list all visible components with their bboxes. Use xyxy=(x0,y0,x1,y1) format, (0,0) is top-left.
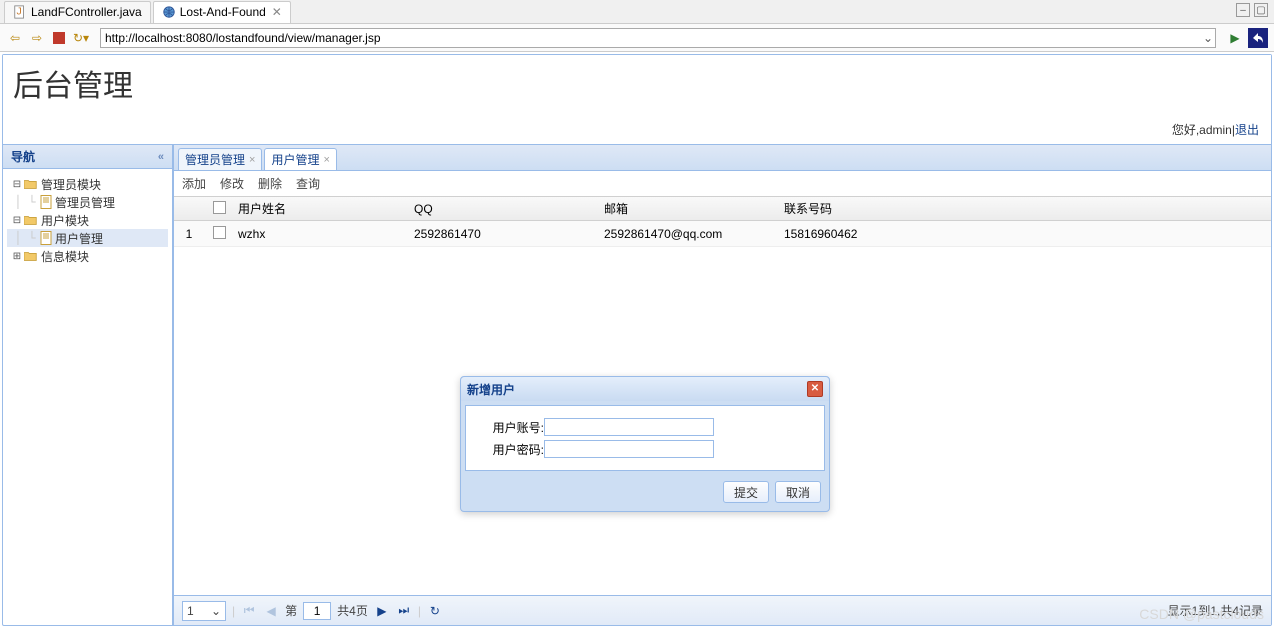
tab-user-manage[interactable]: 用户管理× xyxy=(264,148,336,170)
sidebar-title: 导航 xyxy=(11,148,35,165)
prev-page-icon[interactable]: ◀ xyxy=(263,603,279,619)
back-icon[interactable]: ⇦ xyxy=(6,29,24,47)
password-input[interactable] xyxy=(544,440,714,458)
go-icon[interactable]: ▶ xyxy=(1226,29,1244,47)
expand-icon[interactable]: ⊟ xyxy=(11,215,23,226)
sidebar-header: 导航 « xyxy=(3,145,172,169)
submit-button[interactable]: 提交 xyxy=(723,481,769,503)
account-label: 用户账号: xyxy=(480,419,544,436)
row-checkbox[interactable] xyxy=(213,226,226,239)
add-user-dialog: 新增用户 ✕ 用户账号: 用户密码: 提交 取消 xyxy=(460,376,830,512)
table-row[interactable]: 1 wzhx 2592861470 2592861470@qq.com 1581… xyxy=(174,221,1271,247)
page-header: 后台管理 您好,admin|退出 xyxy=(3,55,1271,145)
forward-icon[interactable]: ⇨ xyxy=(28,29,46,47)
nav-tree: ⊟ 管理员模块 │ └ 管理员管理 ⊟ xyxy=(3,169,172,271)
col-mail[interactable]: 邮箱 xyxy=(604,200,784,217)
logout-link[interactable]: 退出 xyxy=(1235,123,1259,137)
password-label: 用户密码: xyxy=(480,441,544,458)
tree-node-info-module[interactable]: ⊞ 信息模块 xyxy=(7,247,168,265)
add-button[interactable]: 添加 xyxy=(182,175,206,192)
dialog-title: 新增用户 xyxy=(467,381,515,398)
folder-open-icon xyxy=(23,177,39,191)
user-greeting: 您好,admin|退出 xyxy=(1172,121,1259,138)
col-phone[interactable]: 联系号码 xyxy=(784,200,1271,217)
url-input[interactable]: http://localhost:8080/lostandfound/view/… xyxy=(100,28,1216,48)
close-icon[interactable]: ✕ xyxy=(807,381,823,397)
collapse-icon[interactable]: « xyxy=(158,151,164,163)
select-all-checkbox[interactable] xyxy=(213,201,226,214)
account-input[interactable] xyxy=(544,418,714,436)
chevron-down-icon: ⌄ xyxy=(211,604,221,618)
minimize-icon[interactable]: – xyxy=(1236,3,1250,17)
tree-node-user-manage[interactable]: │ └ 用户管理 xyxy=(7,229,168,247)
close-icon[interactable]: × xyxy=(323,154,329,166)
page-size-select[interactable]: 1 ⌄ xyxy=(182,601,226,621)
external-browser-icon[interactable] xyxy=(1248,28,1268,48)
dialog-body: 用户账号: 用户密码: xyxy=(465,405,825,471)
close-icon[interactable]: × xyxy=(249,154,255,166)
collapse-icon[interactable]: ⊞ xyxy=(11,251,23,262)
next-page-icon[interactable]: ▶ xyxy=(374,603,390,619)
ide-tab-java[interactable]: J LandFController.java xyxy=(4,1,151,23)
sidebar: 导航 « ⊟ 管理员模块 │ └ 管理员管理 xyxy=(3,145,173,625)
page-input[interactable] xyxy=(303,602,331,620)
ide-tab-bar: J LandFController.java Lost-And-Found ✕ … xyxy=(0,0,1274,24)
delete-button[interactable]: 删除 xyxy=(258,175,282,192)
dialog-header[interactable]: 新增用户 ✕ xyxy=(461,377,829,401)
pagination-bar: 1 ⌄ | ⏮ ◀ 第 共4页 ▶ ⏭ | ↻ 显示1到1,共4记录 xyxy=(174,595,1271,625)
col-name[interactable]: 用户姓名 xyxy=(234,200,414,217)
ide-tab-label: LandFController.java xyxy=(31,5,142,19)
ide-tab-browser[interactable]: Lost-And-Found ✕ xyxy=(153,1,291,23)
browser-toolbar: ⇦ ⇨ ↻▾ http://localhost:8080/lostandfoun… xyxy=(0,24,1274,52)
url-text: http://localhost:8080/lostandfound/view/… xyxy=(105,31,381,45)
reload-icon[interactable]: ↻ xyxy=(427,603,443,619)
tab-admin-manage[interactable]: 管理员管理× xyxy=(178,148,262,170)
refresh-icon[interactable]: ↻▾ xyxy=(72,29,90,47)
window-controls: – ▢ xyxy=(1236,3,1268,17)
tree-node-admin-manage[interactable]: │ └ 管理员管理 xyxy=(7,193,168,211)
stop-icon[interactable] xyxy=(50,29,68,47)
folder-open-icon xyxy=(23,213,39,227)
close-icon[interactable]: ✕ xyxy=(272,5,282,19)
col-qq[interactable]: QQ xyxy=(414,202,604,216)
maximize-icon[interactable]: ▢ xyxy=(1254,3,1268,17)
first-page-icon[interactable]: ⏮ xyxy=(241,603,257,619)
content-tabs: 管理员管理× 用户管理× xyxy=(174,145,1271,171)
edit-button[interactable]: 修改 xyxy=(220,175,244,192)
page-title: 后台管理 xyxy=(13,61,1261,105)
chevron-down-icon[interactable]: ⌄ xyxy=(1203,31,1213,45)
grid-header: 用户姓名 QQ 邮箱 联系号码 xyxy=(174,197,1271,221)
query-button[interactable]: 查询 xyxy=(296,175,320,192)
pager-info: 显示1到1,共4记录 xyxy=(1168,602,1263,619)
java-file-icon: J xyxy=(13,5,27,19)
cancel-button[interactable]: 取消 xyxy=(775,481,821,503)
folder-icon xyxy=(23,249,39,263)
document-icon xyxy=(39,231,53,245)
ide-tab-label: Lost-And-Found xyxy=(180,5,266,19)
last-page-icon[interactable]: ⏭ xyxy=(396,603,412,619)
svg-text:J: J xyxy=(17,6,22,18)
expand-icon[interactable]: ⊟ xyxy=(11,179,23,190)
globe-icon xyxy=(162,5,176,19)
document-icon xyxy=(39,195,53,209)
tree-node-user-module[interactable]: ⊟ 用户模块 xyxy=(7,211,168,229)
grid-toolbar: 添加 修改 删除 查询 xyxy=(174,171,1271,197)
tree-node-admin-module[interactable]: ⊟ 管理员模块 xyxy=(7,175,168,193)
